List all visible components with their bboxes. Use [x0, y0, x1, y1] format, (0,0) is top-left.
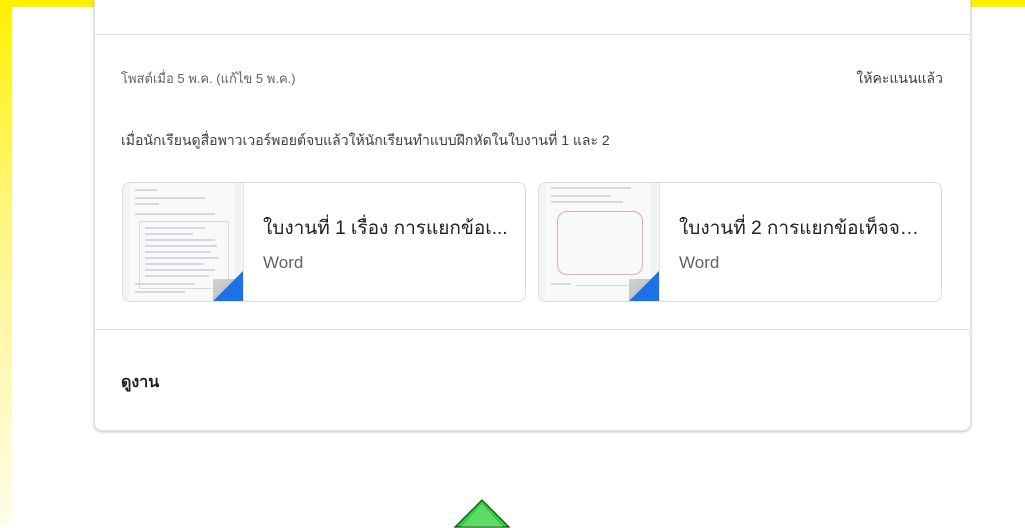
attachment-title: ใบงานที่ 2 การแยกข้อเท็จจริ...	[679, 218, 925, 239]
classwork-card: โพสต์เมื่อ 5 พ.ค. (แก้ไข 5 พ.ค.) ให้คะแน…	[94, 0, 971, 431]
grade-status: ให้คะแนนแล้ว	[856, 70, 943, 86]
attachment-card-worksheet-2[interactable]: ใบงานที่ 2 การแยกข้อเท็จจริ... Word	[538, 182, 942, 302]
attachment-title: ใบงานที่ 1 เรื่อง การแยกข้อเ...	[263, 218, 508, 239]
yellow-frame-left	[0, 0, 12, 523]
view-work-link[interactable]: ดูงาน	[121, 370, 159, 395]
word-doc-icon	[539, 183, 660, 301]
divider	[95, 34, 970, 35]
word-doc-icon	[123, 183, 244, 301]
assignment-instructions: เมื่อนักเรียนดูสื่อพาวเวอร์พอยต์จบแล้วให…	[121, 132, 610, 148]
green-arrow-icon	[453, 499, 511, 528]
attachment-type: Word	[679, 253, 720, 272]
attachment-type: Word	[263, 253, 304, 272]
post-meta: โพสต์เมื่อ 5 พ.ค. (แก้ไข 5 พ.ค.)	[121, 71, 296, 86]
divider	[95, 329, 970, 330]
attachment-card-worksheet-1[interactable]: ใบงานที่ 1 เรื่อง การแยกข้อเ... Word	[122, 182, 526, 302]
